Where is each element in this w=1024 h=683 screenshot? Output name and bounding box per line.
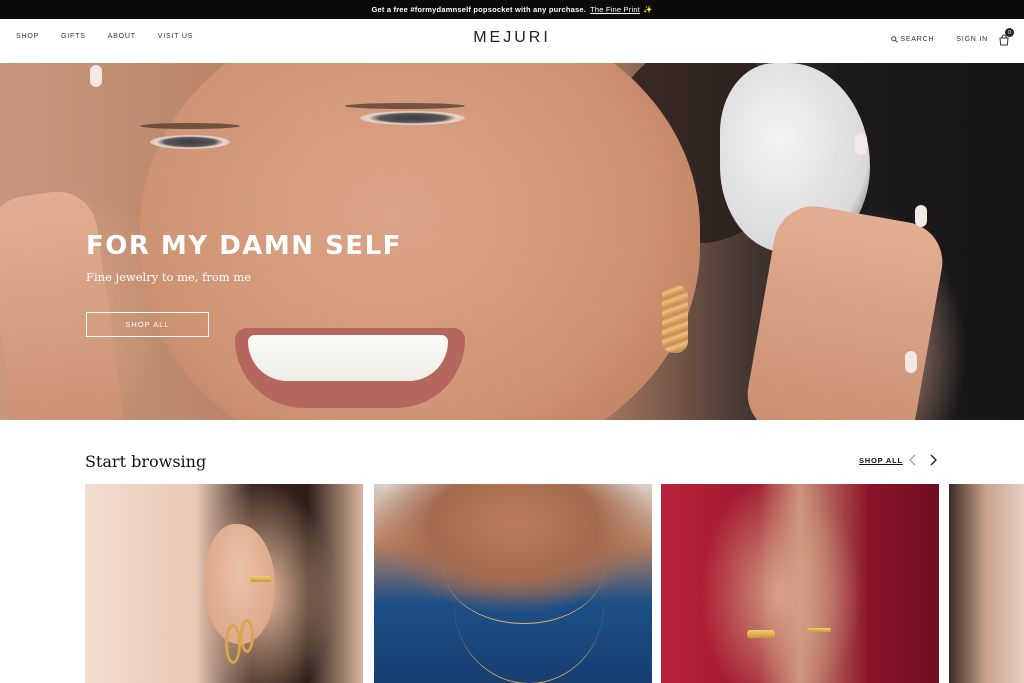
chevron-left-icon[interactable] — [907, 453, 919, 467]
hoop-earring-image — [240, 619, 254, 653]
hero-title: FOR MY DAMN SELF — [86, 231, 402, 261]
ring-image — [747, 630, 775, 638]
site-header: SHOP GIFTS ABOUT VISIT US MEJURI SEARCH … — [0, 19, 1024, 63]
section-title: Start browsing — [85, 452, 207, 471]
category-card-necklaces[interactable] — [374, 484, 652, 683]
hero-hand-left — [0, 186, 128, 420]
hero-eye-left — [150, 135, 230, 149]
hero-brow-left — [140, 123, 240, 129]
category-carousel — [85, 484, 1024, 683]
browse-shop-all-link[interactable]: SHOP ALL — [859, 456, 903, 465]
cart-button[interactable]: 0 — [998, 28, 1014, 46]
category-card-rings[interactable] — [661, 484, 939, 683]
ear-image — [205, 524, 275, 644]
hero-teeth — [248, 335, 448, 381]
category-card-earrings[interactable] — [85, 484, 363, 683]
search-button[interactable]: SEARCH — [891, 36, 934, 43]
hero-subtitle: Fine jewelry to me, from me — [86, 270, 252, 284]
hoop-earring-image — [225, 624, 241, 664]
hero-nail — [905, 351, 917, 373]
ring-image — [807, 628, 831, 632]
ear-cuff-image — [250, 576, 272, 582]
category-card-partial[interactable] — [949, 484, 1024, 683]
announcement-bar: Get a free #formydamnself popsocket with… — [0, 0, 1024, 19]
hero-earring-image — [662, 285, 688, 353]
sign-in-link[interactable]: SIGN IN — [956, 36, 988, 43]
announcement-text: Get a free #formydamnself popsocket with… — [371, 5, 587, 14]
hero-nail — [855, 133, 867, 155]
hero-nail — [915, 205, 927, 227]
hero-brow-right — [345, 103, 465, 109]
hero-shop-all-button[interactable]: SHOP ALL — [86, 312, 209, 337]
hero-banner: FOR MY DAMN SELF Fine jewelry to me, fro… — [0, 63, 1024, 420]
hero-nail — [90, 65, 102, 87]
fine-print-link[interactable]: The Fine Print — [590, 5, 640, 14]
utility-nav: SEARCH SIGN IN 0 — [891, 28, 1014, 46]
sparkles-icon: ✨ — [642, 5, 653, 14]
chevron-right-icon[interactable] — [927, 453, 939, 467]
brand-logo[interactable]: MEJURI — [0, 29, 1024, 47]
cart-count-badge: 0 — [1005, 28, 1014, 37]
necklace-chain-image — [454, 524, 604, 683]
search-icon — [891, 35, 899, 43]
hero-eye-right — [360, 111, 465, 125]
search-label: SEARCH — [900, 35, 935, 43]
